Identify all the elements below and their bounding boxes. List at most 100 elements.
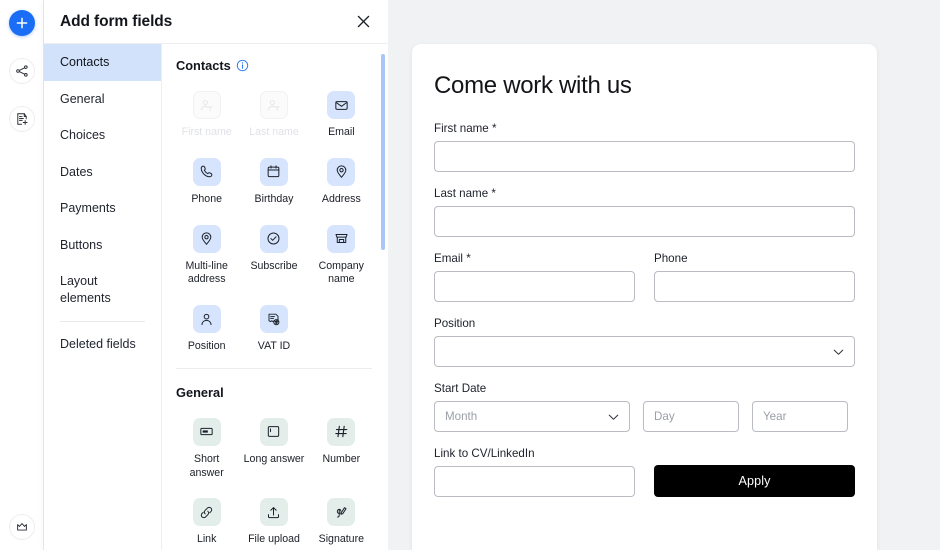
- apply-button[interactable]: Apply: [654, 465, 855, 497]
- field-tile-label: Link: [196, 533, 217, 546]
- share-button[interactable]: [8, 58, 35, 84]
- field-tile-label: Short answer: [189, 452, 224, 479]
- field-tile-phone[interactable]: Phone: [176, 152, 237, 217]
- start-date-row: [434, 401, 855, 432]
- hash-icon: [327, 417, 356, 446]
- field-tile-label: Phone: [191, 192, 222, 205]
- position-label: Position: [434, 317, 476, 330]
- field-tile-number[interactable]: Number: [311, 412, 372, 491]
- app-root: Add form fields Contacts General Choices…: [0, 0, 940, 550]
- field-tile-link[interactable]: Link: [176, 492, 237, 550]
- field-tile-multi-line-address[interactable]: Multi-line address: [176, 219, 237, 298]
- panel-body: Contacts General Choices Dates Payments …: [44, 44, 388, 550]
- field-tile-label: Last name: [249, 126, 299, 138]
- category-payments[interactable]: Payments: [44, 190, 161, 227]
- category-contacts[interactable]: Contacts: [44, 44, 161, 81]
- person-icon: [192, 305, 221, 334]
- upload-icon: [259, 498, 288, 527]
- start-date-label: Start Date: [434, 382, 487, 395]
- info-icon[interactable]: [236, 59, 249, 72]
- gallery-scrollbar-track[interactable]: [381, 52, 385, 542]
- field-tile-label: File upload: [248, 533, 300, 546]
- field-tile-short-answer[interactable]: Short answer: [176, 412, 237, 491]
- last-name-input[interactable]: [434, 206, 855, 237]
- field-tile-label: VAT ID: [257, 340, 291, 353]
- field-tile-address[interactable]: Address: [311, 152, 372, 217]
- invoice-dollar-icon: [259, 305, 288, 334]
- form-title: Come work with us: [434, 72, 632, 99]
- phone-label: Phone: [654, 252, 688, 265]
- link-icon: [192, 498, 221, 527]
- map-pin-icon: [192, 224, 221, 253]
- panel-title: Add form fields: [60, 12, 173, 30]
- field-tile-position[interactable]: Position: [176, 299, 237, 364]
- field-phone: Phone: [654, 252, 855, 302]
- section-title-general: General: [176, 384, 224, 400]
- email-label: Email *: [434, 252, 471, 265]
- last-name-label: Last name *: [434, 187, 496, 200]
- close-panel-button[interactable]: [352, 11, 374, 33]
- field-last-name: Last name *: [434, 187, 855, 237]
- field-first-name: First name *: [434, 122, 855, 172]
- field-tile-label: Email: [328, 126, 355, 138]
- field-tile-file-upload[interactable]: File upload: [243, 492, 304, 550]
- field-email: Email *: [434, 252, 635, 302]
- gallery-scrollbar-thumb[interactable]: [381, 54, 385, 250]
- start-date-day-input[interactable]: [643, 401, 739, 432]
- share-icon: [15, 65, 28, 77]
- field-tile-label: Multi-line address: [185, 259, 228, 286]
- position-select-wrap: [434, 336, 855, 367]
- new-form-button[interactable]: [8, 106, 35, 132]
- category-layout-elements[interactable]: Layout elements: [44, 263, 161, 316]
- close-icon: [357, 15, 369, 28]
- storefront-icon: [327, 224, 356, 253]
- field-tile-email[interactable]: Email: [311, 85, 372, 150]
- crown-icon: [16, 523, 27, 531]
- category-buttons[interactable]: Buttons: [44, 227, 161, 264]
- category-dates[interactable]: Dates: [44, 154, 161, 191]
- contacts-field-grid: First name Last name Email Phone Birthda…: [176, 85, 372, 364]
- long-text-icon: [259, 417, 288, 446]
- phone-icon: [192, 157, 221, 186]
- general-field-grid: Short answer Long answer Number Link Fil…: [176, 412, 372, 550]
- gallery-scroll-content: Contacts First name Last name Email Phon…: [162, 44, 388, 550]
- field-tile-birthday[interactable]: Birthday: [243, 152, 304, 217]
- first-name-label: First name *: [434, 122, 497, 135]
- start-date-month-wrap: [434, 401, 630, 432]
- form-card: Come work with us First name * Last name…: [412, 44, 877, 550]
- person-text-icon: [192, 91, 221, 119]
- start-date-year-input[interactable]: [752, 401, 848, 432]
- add-element-button[interactable]: [8, 10, 35, 36]
- left-icon-rail: [0, 0, 44, 550]
- field-tile-label: Company name: [318, 259, 364, 286]
- field-tile-subscribe[interactable]: Subscribe: [243, 219, 304, 298]
- category-divider: [60, 321, 145, 322]
- start-date-month-select[interactable]: [434, 401, 630, 432]
- email-input[interactable]: [434, 271, 635, 302]
- field-tile-last-name: Last name: [243, 85, 304, 150]
- panel-header: Add form fields: [44, 0, 388, 44]
- calendar-icon: [259, 157, 288, 186]
- category-choices[interactable]: Choices: [44, 117, 161, 154]
- form-add-icon: [16, 113, 28, 125]
- field-tile-signature[interactable]: Signature: [311, 492, 372, 550]
- category-list: Contacts General Choices Dates Payments …: [44, 44, 162, 550]
- position-select[interactable]: [434, 336, 855, 367]
- upgrade-button[interactable]: [8, 514, 35, 540]
- cv-link-input[interactable]: [434, 466, 635, 497]
- field-gallery: Contacts First name Last name Email Phon…: [162, 44, 388, 550]
- field-tile-label: Signature: [318, 533, 364, 546]
- first-name-input[interactable]: [434, 141, 855, 172]
- section-header-general: General: [176, 385, 372, 400]
- cv-apply-row: Link to CV/LinkedIn Apply: [434, 447, 855, 497]
- map-pin-icon: [327, 157, 356, 186]
- field-tile-company-name[interactable]: Company name: [311, 219, 372, 298]
- category-general[interactable]: General: [44, 81, 161, 118]
- envelope-icon: [327, 91, 356, 119]
- category-deleted-fields[interactable]: Deleted fields: [44, 326, 161, 363]
- phone-input[interactable]: [654, 271, 855, 302]
- field-tile-long-answer[interactable]: Long answer: [243, 412, 304, 491]
- field-tile-label: Number: [322, 452, 361, 465]
- field-tile-vat-id[interactable]: VAT ID: [243, 299, 304, 364]
